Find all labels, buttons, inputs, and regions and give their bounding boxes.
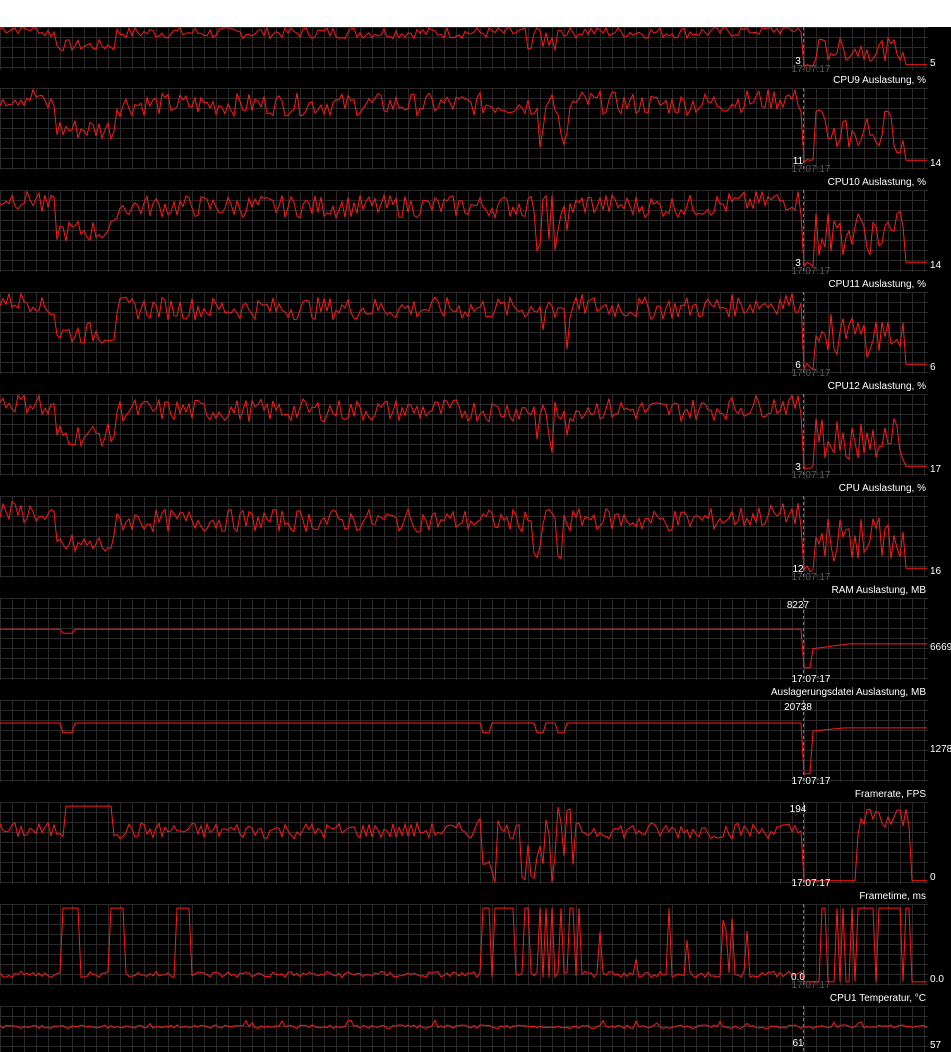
- graph-grid: [0, 1006, 928, 1052]
- graph-series-line: [0, 88, 927, 164]
- current-value: 0.0: [930, 974, 944, 985]
- current-value: 5: [930, 58, 936, 69]
- marker-time: 17:07:17: [792, 572, 831, 583]
- graph-grid: [0, 88, 928, 170]
- marker-value: 8227: [787, 600, 810, 611]
- marker-value: 20738: [784, 702, 812, 713]
- graph-series-line: [0, 805, 927, 883]
- graph-title: CPU9 Auslastung, %: [833, 75, 926, 86]
- graph-title: Auslagerungsdatei Auslastung, MB: [771, 687, 926, 698]
- graph-title: CPU10 Auslastung, %: [828, 177, 926, 188]
- graph-series-line: [0, 1019, 928, 1030]
- graph-grid: [0, 190, 928, 272]
- graph-panel: CPU11 Auslastung, %617:07:176: [0, 279, 936, 379]
- graph-title: CPU11 Auslastung, %: [828, 279, 926, 290]
- current-value: 14: [930, 158, 942, 169]
- graph-title: CPU1 Temperatur, °C: [830, 993, 926, 1004]
- marker-value: 61: [792, 1038, 804, 1049]
- current-value: 14: [930, 260, 942, 271]
- marker-time: 17:07:17: [792, 776, 831, 787]
- graph-panel: CPU12 Auslastung, %317:07:1717: [0, 381, 942, 481]
- marker-time: 17:07:17: [792, 674, 831, 685]
- graph-panel: Framerate, FPS 194 17:07:17 0: [0, 789, 936, 889]
- current-value: 6: [930, 362, 936, 373]
- marker-time: 17:07:17: [792, 266, 831, 277]
- current-value: 57: [930, 1040, 942, 1051]
- graph-panel: RAM Auslastung, MB 8227 17:07:17 6669: [0, 585, 951, 685]
- graph-panel: CPU10 Auslastung, %317:07:1714: [0, 177, 942, 277]
- monitoring-graphs: 317:07:175CPU9 Auslastung, %1117:07:1714…: [0, 26, 951, 1052]
- graph-grid: [0, 394, 928, 476]
- current-value: 16: [930, 566, 942, 577]
- graph-grid: [0, 496, 928, 578]
- current-value: 1278: [930, 744, 951, 755]
- marker-time: 17:07:17: [792, 64, 831, 75]
- graph-title: Framerate, FPS: [855, 789, 926, 800]
- marker-time: 17:07:17: [792, 980, 831, 991]
- marker-time: 17:07:17: [792, 878, 831, 889]
- graph-series-line: [0, 189, 927, 268]
- graph-panel: Auslagerungsdatei Auslastung, MB 20738 17:…: [0, 687, 951, 787]
- graph-panel: CPU Auslastung, %1217:07:1716: [0, 483, 942, 583]
- graph-panel: Frametime, ms0.017:07:170.0: [0, 891, 944, 991]
- marker-time: 17:07:17: [792, 164, 831, 175]
- current-value: 0: [930, 872, 936, 883]
- marker-time: 17:07:17: [792, 470, 831, 481]
- marker-value: 194: [790, 804, 807, 815]
- graph-panel: 317:07:175: [0, 26, 936, 75]
- graph-panel: CPU9 Auslastung, %1117:07:1714: [0, 75, 942, 175]
- graph-title: CPU Auslastung, %: [839, 483, 926, 494]
- graph-title: RAM Auslastung, MB: [832, 585, 927, 596]
- graph-series-line: [0, 393, 927, 469]
- graph-title: CPU12 Auslastung, %: [828, 381, 926, 392]
- graph-panel: CPU1 Temperatur, °C 61 57: [0, 993, 942, 1052]
- current-value: 6669: [930, 642, 951, 653]
- marker-time: 17:07:17: [792, 368, 831, 379]
- current-value: 17: [930, 464, 942, 475]
- graph-series-line: [0, 291, 927, 371]
- graph-title: Frametime, ms: [859, 891, 926, 902]
